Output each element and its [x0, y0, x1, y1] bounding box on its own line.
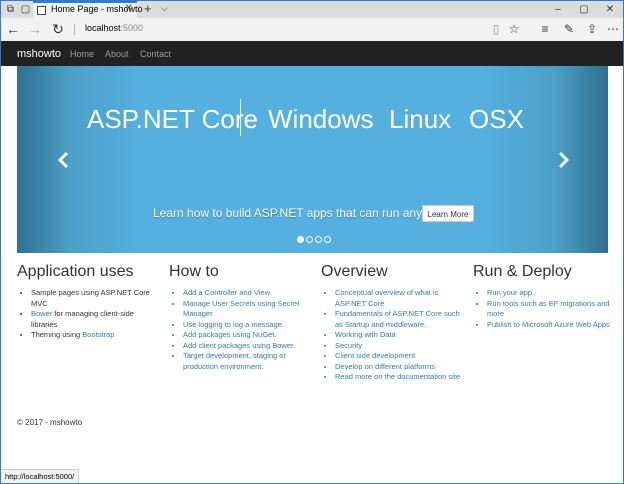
column-run-deploy: Run & Deploy Run your app Run tools such… — [473, 263, 613, 330]
chevron-down-icon[interactable]: ⌵ — [161, 3, 168, 14]
browser-window: ⧉ ▢ Home Page - mshowto ✕ + ⌵ – ▢ ✕ ← → … — [0, 0, 624, 484]
carousel-platform-osx: OSX — [469, 104, 524, 134]
forward-icon[interactable]: → — [27, 21, 43, 37]
column-list: Run your app Run tools such as EF migrat… — [473, 288, 613, 330]
refresh-icon[interactable]: ↻ — [50, 21, 66, 37]
close-tab-icon[interactable]: ✕ — [125, 3, 133, 14]
list-item-link[interactable]: Read more on the documentation site — [335, 372, 461, 383]
web-note-icon[interactable]: ✎ — [561, 21, 577, 37]
tab-preview-icon[interactable]: ⧉ — [4, 3, 17, 16]
address-divider — [74, 24, 75, 35]
reading-view-icon[interactable]: ▯ — [488, 21, 504, 37]
brand-link[interactable]: mshowto — [17, 48, 61, 60]
tab-bar: ⧉ ▢ Home Page - mshowto ✕ + ⌵ – ▢ ✕ — [1, 1, 623, 18]
carousel-indicator-4[interactable] — [324, 236, 331, 243]
list-item-link[interactable]: Add client packages using Bower. — [183, 341, 309, 352]
column-overview: Overview Conceptual overview of what is … — [321, 263, 461, 383]
list-item-link[interactable]: Target development, staging or productio… — [183, 351, 309, 372]
status-bar-url: http://localhost:5000/ — [1, 469, 80, 483]
list-item-link[interactable]: Add a Controller and View — [183, 288, 309, 299]
carousel-indicator-2[interactable] — [306, 236, 313, 243]
carousel: ASP.NET Core Windows Linux OSX Learn how… — [17, 66, 608, 253]
nav-contact[interactable]: Contact — [140, 49, 171, 59]
carousel-prev-icon[interactable] — [54, 150, 74, 170]
url-field[interactable]: localhost:5000 — [85, 23, 143, 33]
carousel-platform-linux: Linux — [389, 104, 452, 134]
favorite-star-icon[interactable]: ☆ — [506, 21, 522, 37]
carousel-indicator-1[interactable] — [297, 236, 304, 243]
list-item-link[interactable]: Publish to Microsoft Azure Web Apps — [487, 320, 613, 331]
tabs-aside-icon[interactable]: ▢ — [19, 3, 32, 16]
nav-about[interactable]: About — [105, 49, 129, 59]
column-how-to: How to Add a Controller and View Manage … — [169, 263, 309, 372]
list-item-link[interactable]: Working with Data — [335, 330, 461, 341]
list-item-link[interactable]: Fundamentals of ASP.NET Core such as Sta… — [335, 309, 461, 330]
column-title: Application uses — [17, 263, 134, 280]
column-application-uses: Application uses Sample pages using ASP.… — [17, 263, 157, 341]
list-item-link[interactable]: Conceptual overview of what is ASP.NET C… — [335, 288, 461, 309]
column-list: Sample pages using ASP.NET Core MVC Bowe… — [17, 288, 157, 341]
bower-link[interactable]: Bower — [31, 309, 52, 318]
carousel-indicator-3[interactable] — [315, 236, 322, 243]
column-title: Overview — [321, 263, 388, 280]
page-icon — [37, 6, 46, 15]
window-close-icon[interactable]: ✕ — [597, 1, 623, 18]
nav-home[interactable]: Home — [70, 49, 94, 59]
minimize-icon[interactable]: – — [545, 1, 571, 18]
list-item-link[interactable]: Manage User Secrets using Secret Manager — [183, 299, 309, 320]
footer-copyright: © 2017 - mshowto — [17, 418, 83, 427]
column-title: How to — [169, 263, 219, 280]
share-icon[interactable]: ⇪ — [584, 21, 600, 37]
bootstrap-link[interactable]: Bootstrap — [82, 330, 114, 339]
learn-more-button[interactable]: Learn More — [422, 205, 474, 222]
back-icon[interactable]: ← — [5, 21, 21, 37]
more-icon[interactable]: ⋯ — [605, 21, 621, 37]
list-item-link[interactable]: Use logging to log a message. — [183, 320, 309, 331]
column-title: Run & Deploy — [473, 263, 572, 280]
active-tab[interactable]: Home Page - mshowto ✕ — [33, 1, 143, 18]
address-bar: ← → ↻ localhost:5000 ▯ ☆ ≡ ✎ ⇪ ⋯ — [1, 18, 623, 41]
list-item-link[interactable]: Run your app — [487, 288, 613, 299]
carousel-brand: ASP.NET Core — [87, 104, 259, 134]
column-list: Conceptual overview of what is ASP.NET C… — [321, 288, 461, 383]
carousel-divider — [240, 99, 241, 136]
new-tab-icon[interactable]: + — [144, 1, 152, 17]
site-navbar: mshowto Home About Contact — [1, 41, 623, 66]
list-item: Bower for managing client-side libraries — [31, 309, 157, 330]
list-item-link[interactable]: Client side development — [335, 351, 461, 362]
column-list: Add a Controller and View Manage User Se… — [169, 288, 309, 372]
item-text: Sample pages using ASP.NET Core MVC — [31, 288, 150, 308]
maximize-icon[interactable]: ▢ — [571, 1, 597, 18]
carousel-next-icon[interactable] — [553, 150, 573, 170]
carousel-indicators — [297, 230, 333, 243]
item-text: Theming using — [31, 330, 83, 339]
url-port: :5000 — [120, 23, 144, 33]
carousel-platform-windows: Windows — [268, 104, 374, 134]
list-item: Sample pages using ASP.NET Core MVC — [31, 288, 157, 309]
carousel-caption: Learn how to build ASP.NET apps that can… — [153, 206, 459, 220]
list-item-link[interactable]: Security — [335, 341, 461, 352]
list-item-link[interactable]: Run tools such as EF migrations and more — [487, 299, 613, 320]
list-item: Theming using Bootstrap — [31, 330, 157, 341]
hub-icon[interactable]: ≡ — [537, 21, 553, 37]
list-item-link[interactable]: Develop on different platforms — [335, 362, 461, 373]
list-item-link[interactable]: Add packages using NuGet. — [183, 330, 309, 341]
url-host: localhost — [85, 23, 121, 33]
